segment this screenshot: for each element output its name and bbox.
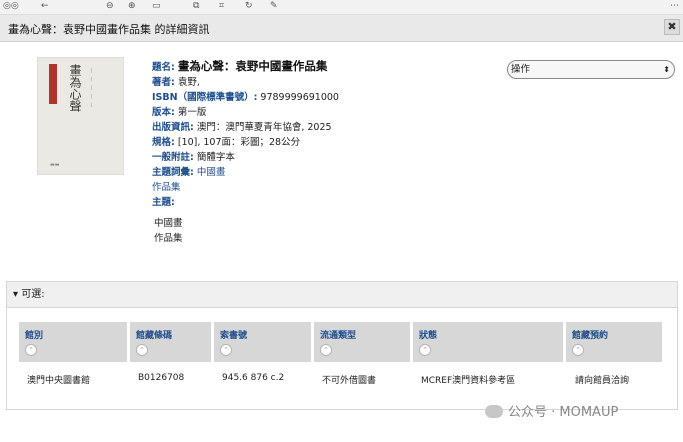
- subject-label: 主題:: [152, 197, 175, 208]
- column-header[interactable]: 館別 ⌃: [19, 322, 127, 362]
- dialog-titlebar: 畫為心聲：袁野中國畫作品集 的詳細資訊 ✖: [0, 15, 683, 42]
- column-header[interactable]: 館藏條碼 ⌃: [130, 322, 211, 362]
- subject-item: 中國畫: [154, 218, 183, 229]
- dialog-title: 畫為心聲：袁野中國畫作品集 的詳細資訊: [8, 23, 210, 36]
- subject-row: 主題:: [152, 195, 339, 210]
- subject-list: 中國畫 作品集: [154, 216, 183, 246]
- author-value[interactable]: 袁野,: [178, 77, 200, 88]
- isbn-value: 9789999691000: [260, 92, 339, 103]
- column-header-label: 館別: [25, 331, 44, 341]
- more-icon[interactable]: ⋯: [670, 1, 679, 12]
- sort-icon[interactable]: ⌃: [136, 344, 148, 356]
- edition-label: 版本:: [152, 107, 175, 118]
- isbn-label: ISBN（國際標準書號）:: [152, 92, 258, 103]
- holding-library: 澳門中央圖書館: [27, 376, 91, 386]
- column-header-label: 狀態: [419, 331, 438, 341]
- subject-term-link[interactable]: 中國畫: [197, 167, 226, 178]
- isbn-row: ISBN（國際標準書號）: 9789999691000: [152, 90, 339, 105]
- sort-icon[interactable]: ⌃: [419, 344, 431, 356]
- updown-chevron-icon: ⬍: [663, 65, 670, 74]
- holding-reservation: 請向館員洽詢: [575, 376, 630, 386]
- column-header[interactable]: 狀態 ⌃: [413, 322, 563, 362]
- spec-value: [10], 107面：彩圖；28公分: [177, 137, 301, 148]
- note-value: 簡體字本: [196, 152, 235, 163]
- sort-icon[interactable]: ⌃: [220, 344, 232, 356]
- fit-page-icon[interactable]: ▭: [152, 1, 161, 12]
- title-label: 題名:: [152, 62, 175, 73]
- publication-row: 出版資訊: 澳門：澳門華夏青年協會, 2025: [152, 120, 339, 135]
- sort-icon[interactable]: ⌃: [25, 344, 37, 356]
- note-label: 一般附註:: [152, 152, 194, 163]
- author-label: 著者:: [152, 77, 175, 88]
- actions-dropdown[interactable]: 操作 ⬍: [507, 60, 675, 79]
- title-row: 題名: 畫為心聲：袁野中國畫作品集: [152, 59, 339, 75]
- spec-label: 規格:: [152, 137, 175, 148]
- holding-status: MCREF澳門資料參考區: [421, 376, 516, 386]
- subject-term-2-row: 作品集: [152, 180, 339, 195]
- crop-icon[interactable]: ⌗: [219, 1, 224, 12]
- browser-toolbar: ◎◎ ← ⊖ ⊕ ▭ ⧉ ⌗ ↻ ✎ ⋯: [0, 0, 683, 15]
- note-row: 一般附註: 簡體字本: [152, 150, 339, 165]
- close-button[interactable]: ✖: [664, 19, 680, 35]
- edition-row: 版本: 第一版: [152, 105, 339, 120]
- actions-dropdown-label: 操作: [511, 64, 531, 75]
- holding-item-type: 不可外借圖書: [322, 376, 377, 386]
- bibliographic-record: 題名: 畫為心聲：袁野中國畫作品集 著者: 袁野, ISBN（國際標準書號）: …: [152, 59, 339, 210]
- column-header[interactable]: 流通類型 ⌃: [314, 322, 410, 362]
- cover-subtitle: — — — — —: [88, 68, 94, 109]
- subject-term-link[interactable]: 作品集: [152, 182, 181, 193]
- book-title: 畫為心聲：袁野中國畫作品集: [177, 59, 328, 73]
- collapse-triangle-icon: ▾: [13, 289, 19, 300]
- spec-row: 規格: [10], 107面：彩圖；28公分: [152, 135, 339, 150]
- holdings-section-header[interactable]: ▾ 可選:: [7, 282, 677, 308]
- zoom-out-icon[interactable]: ⊖: [106, 1, 114, 12]
- watermark: 公众号 · MOMAUP: [485, 401, 618, 420]
- publication-label: 出版資訊:: [152, 122, 194, 133]
- publication-value: 澳門：澳門華夏青年協會, 2025: [196, 122, 332, 133]
- column-header[interactable]: 索書號 ⌃: [214, 322, 311, 362]
- sort-icon[interactable]: ⌃: [320, 344, 332, 356]
- window-controls-icon[interactable]: ◎◎: [3, 1, 19, 12]
- subject-terms-row: 主題詞彙: 中國畫: [152, 165, 339, 180]
- edition-value: 第一版: [177, 107, 207, 118]
- column-header[interactable]: 館藏預約 ⌃: [566, 322, 662, 362]
- zoom-in-icon[interactable]: ⊕: [128, 1, 136, 12]
- book-cover: 畫為心聲 — — — — — ▬▬: [37, 57, 124, 175]
- rotate-icon[interactable]: ↻: [245, 1, 253, 12]
- sort-icon[interactable]: ⌃: [572, 344, 584, 356]
- column-header-label: 館藏預約: [572, 331, 609, 341]
- cover-seal: [49, 64, 57, 104]
- column-header-label: 索書號: [220, 331, 248, 341]
- holding-barcode: B0126708: [138, 373, 185, 383]
- holdings-section-label: 可選:: [21, 289, 45, 300]
- subject-item: 作品集: [154, 233, 183, 244]
- watermark-text: 公众号 · MOMAUP: [508, 405, 619, 420]
- share-icon[interactable]: ⧉: [193, 1, 199, 12]
- column-header-label: 館藏條碼: [136, 331, 173, 341]
- subject-terms-label: 主題詞彙:: [152, 167, 194, 178]
- column-header-label: 流通類型: [320, 331, 357, 341]
- markup-icon[interactable]: ✎: [270, 1, 278, 12]
- holding-call-number: 945.6 876 c.2: [222, 373, 285, 383]
- wechat-icon: [485, 405, 503, 418]
- cover-publisher-mark: ▬▬: [50, 162, 60, 168]
- author-row: 著者: 袁野,: [152, 75, 339, 90]
- cover-calligraphy: 畫為心聲: [68, 64, 82, 112]
- back-arrow-icon[interactable]: ←: [41, 1, 49, 12]
